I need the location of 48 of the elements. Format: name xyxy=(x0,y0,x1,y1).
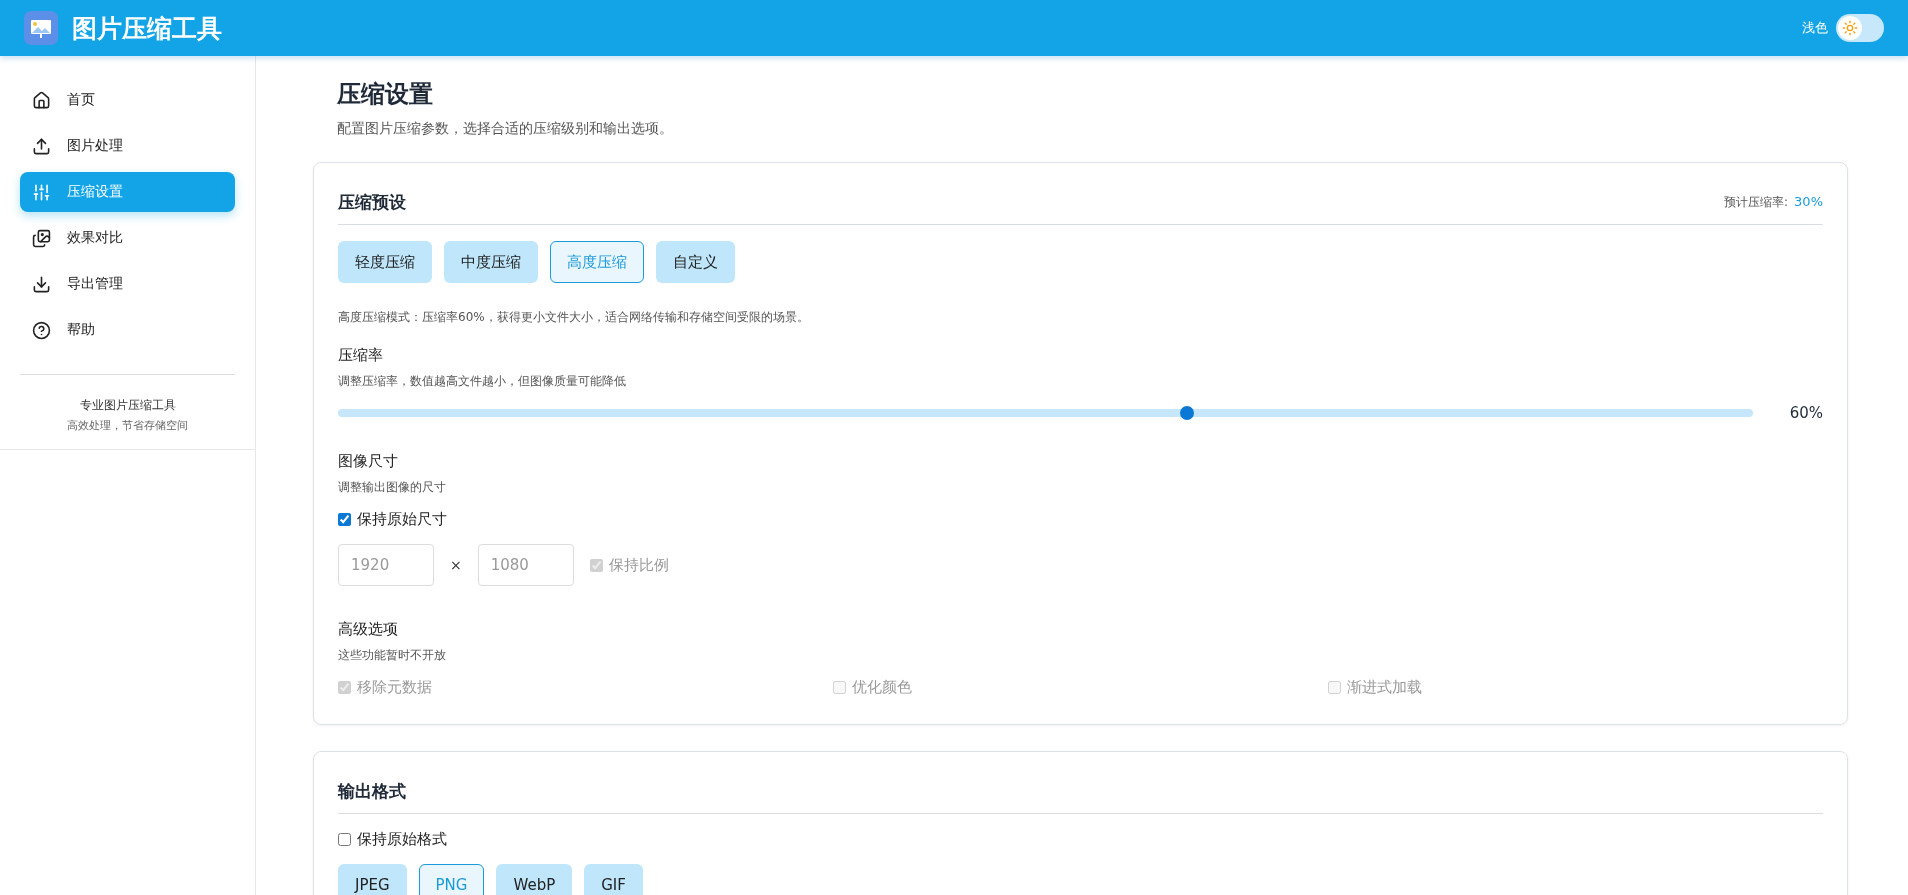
format-button[interactable]: GIF xyxy=(584,864,643,895)
download-icon xyxy=(32,274,51,294)
sidebar-item[interactable]: 图片处理 xyxy=(20,126,235,166)
page-title: 压缩设置 xyxy=(337,79,434,110)
section-label: 图像尺寸 xyxy=(338,452,399,471)
images-icon xyxy=(32,228,51,248)
checkbox-label: 优化颜色 xyxy=(852,678,912,697)
card-title: 压缩预设 xyxy=(338,191,406,214)
format-button[interactable]: WebP xyxy=(496,864,573,895)
theme-toggle[interactable] xyxy=(1836,14,1884,42)
format-button[interactable]: JPEG xyxy=(338,864,407,895)
slider-reading: 60% xyxy=(1788,404,1823,422)
checkbox[interactable] xyxy=(338,833,351,846)
sidebar-item[interactable]: 帮助 xyxy=(20,310,235,350)
page-subtitle: 配置图片压缩参数，选择合适的压缩级别和输出选项。 xyxy=(337,120,674,138)
section-hint: 调整输出图像的尺寸 xyxy=(338,479,447,496)
slider-track[interactable] xyxy=(338,409,1753,417)
section-label: 高级选项 xyxy=(338,620,399,639)
estimate-text: 预计压缩率: 30% xyxy=(1724,194,1823,211)
theme-label: 浅色 xyxy=(1802,19,1828,37)
times-sign: × xyxy=(450,557,462,573)
preset-button[interactable]: 中度压缩 xyxy=(444,241,538,283)
home-icon xyxy=(32,90,51,110)
checkbox-label: 渐进式加载 xyxy=(1347,678,1422,697)
section-hint: 调整压缩率，数值越高文件越小，但图像质量可能降低 xyxy=(338,373,627,390)
sidebar-item[interactable]: 效果对比 xyxy=(20,218,235,258)
section-hint: 这些功能暂时不开放 xyxy=(338,647,447,664)
logo-icon xyxy=(24,11,58,45)
checkbox-label: 保持原始尺寸 xyxy=(357,510,447,529)
section-label: 压缩率 xyxy=(338,346,384,365)
help-icon xyxy=(32,320,51,340)
preset-button[interactable]: 轻度压缩 xyxy=(338,241,432,283)
checkbox[interactable] xyxy=(338,513,351,526)
preset-description: 高度压缩模式：压缩率60%，获得更小文件大小，适合网络传输和存储空间受限的场景。 xyxy=(338,309,810,326)
preset-button[interactable]: 自定义 xyxy=(656,241,735,283)
sliders-icon xyxy=(32,182,51,202)
sidebar-footer-subtitle: 高效处理，节省存储空间 xyxy=(66,418,189,433)
checkbox-label: 保持原始格式 xyxy=(357,830,447,849)
checkbox-label: 移除元数据 xyxy=(357,678,432,697)
sidebar-footer-title: 专业图片压缩工具 xyxy=(78,397,177,414)
card-title: 输出格式 xyxy=(338,780,406,803)
sidebar-item[interactable]: 首页 xyxy=(20,80,235,120)
sun-icon xyxy=(1842,20,1858,36)
upload-icon xyxy=(32,136,51,156)
sidebar-item[interactable]: 导出管理 xyxy=(20,264,235,304)
slider-thumb[interactable] xyxy=(1180,406,1194,420)
checkbox-label: 保持比例 xyxy=(608,555,669,575)
app-title: 图片压缩工具 xyxy=(72,12,222,45)
